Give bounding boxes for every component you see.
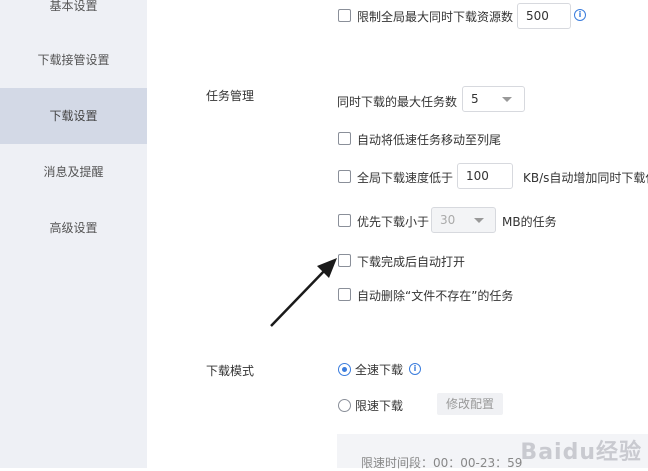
download-mode-label: 下载模式 bbox=[206, 364, 255, 378]
priority-suffix: MB的任务 bbox=[502, 215, 557, 229]
max-tasks-value: 5 bbox=[471, 92, 479, 106]
watermark-logo: Baidu经验 bbox=[520, 440, 642, 465]
chevron-down-icon bbox=[474, 218, 484, 223]
auto-open-label: 下载完成后自动打开 bbox=[357, 255, 466, 269]
settings-sidebar: 基本设置 下载接管设置 下载设置 消息及提醒 高级设置 bbox=[0, 0, 147, 468]
speed-low-label: 全局下载速度低于 bbox=[357, 171, 454, 185]
priority-label: 优先下载小于 bbox=[357, 215, 430, 229]
limited-speed-label: 限速下载 bbox=[355, 399, 404, 413]
chevron-down-icon bbox=[502, 97, 512, 102]
sidebar-item-basic[interactable]: 基本设置 bbox=[0, 0, 147, 34]
move-slow-checkbox[interactable] bbox=[338, 132, 351, 145]
speed-low-suffix: KB/s自动增加同时下载任 bbox=[523, 171, 648, 185]
sidebar-item-takeover[interactable]: 下载接管设置 bbox=[0, 32, 147, 88]
annotation-arrow-icon bbox=[270, 258, 337, 327]
max-tasks-label: 同时下载的最大任务数 bbox=[337, 95, 458, 109]
full-speed-radio[interactable] bbox=[338, 363, 351, 376]
resource-limit-input[interactable]: 500 bbox=[517, 3, 571, 29]
priority-checkbox[interactable] bbox=[338, 214, 351, 227]
priority-value: 30 bbox=[440, 213, 456, 227]
sidebar-item-advanced[interactable]: 高级设置 bbox=[0, 200, 147, 256]
time-range-text: 限速时间段：00：00-23：59 bbox=[361, 456, 523, 470]
full-speed-label: 全速下载 bbox=[355, 363, 404, 377]
sidebar-item-notifications[interactable]: 消息及提醒 bbox=[0, 144, 147, 200]
modify-config-button[interactable]: 修改配置 bbox=[437, 393, 504, 415]
resource-limit-checkbox[interactable] bbox=[338, 9, 351, 22]
priority-select[interactable]: 30 bbox=[431, 207, 496, 233]
max-tasks-select[interactable]: 5 bbox=[462, 86, 525, 112]
settings-content: 限制全局最大同时下载资源数 500 i 任务管理 同时下载的最大任务数 5 自动… bbox=[147, 0, 648, 470]
speed-low-checkbox[interactable] bbox=[338, 170, 351, 183]
resource-limit-label: 限制全局最大同时下载资源数 bbox=[357, 10, 514, 24]
move-slow-label: 自动将低速任务移动至列尾 bbox=[357, 133, 502, 147]
speed-low-input[interactable]: 100 bbox=[457, 163, 513, 189]
task-management-label: 任务管理 bbox=[206, 89, 255, 103]
sidebar-item-download[interactable]: 下载设置 bbox=[0, 88, 147, 144]
info-icon[interactable]: i bbox=[409, 363, 421, 375]
limited-speed-radio[interactable] bbox=[338, 399, 351, 412]
info-icon[interactable]: i bbox=[574, 9, 586, 21]
auto-delete-label: 自动删除“文件不存在”的任务 bbox=[357, 289, 514, 303]
